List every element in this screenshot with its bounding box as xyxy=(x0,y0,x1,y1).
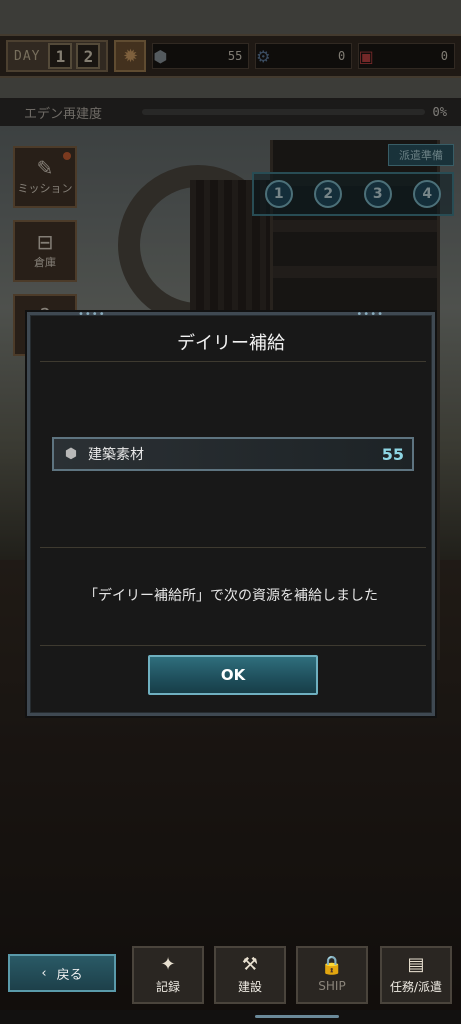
back-button[interactable]: ‹ 戻る xyxy=(8,954,116,992)
dialog-corner-dots: •••• xyxy=(356,309,384,320)
home-indicator[interactable] xyxy=(255,1015,339,1018)
compass-star-icon: ✦ xyxy=(160,953,176,975)
divider xyxy=(40,645,426,646)
ok-button[interactable]: OK xyxy=(148,655,318,695)
document-icon: ▤ xyxy=(407,953,425,975)
resource-name: 建築素材 xyxy=(88,447,144,463)
lock-icon: 🔒 xyxy=(320,955,344,976)
divider xyxy=(40,547,426,548)
cube-icon: ⬢ xyxy=(64,446,78,462)
dialog-corner-dots: •••• xyxy=(78,309,106,320)
locked-ship-button[interactable]: 🔒 SHIP xyxy=(296,946,368,1004)
build-button[interactable]: ⚒ 建設 xyxy=(214,946,286,1004)
back-label: 戻る xyxy=(56,967,83,983)
nav-label: 任務/派遣 xyxy=(389,979,443,994)
resource-amount: 55 xyxy=(381,444,404,464)
dialog-title: デイリー補給 xyxy=(177,333,285,354)
bottom-nav-bar: ‹ 戻る ✦ 記録 ⚒ 建設 🔒 SHIP ▤ 任務/派遣 xyxy=(0,942,461,1008)
supplied-resource-row: ⬢ 建築素材 55 xyxy=(52,437,414,471)
dialog-message: 「デイリー補給所」で次の資源を補給しました xyxy=(84,588,378,604)
missions-dispatch-button[interactable]: ▤ 任務/派遣 xyxy=(380,946,452,1004)
hammer-icon: ⚒ xyxy=(241,953,259,975)
system-navigation-bar xyxy=(0,1010,461,1024)
daily-supply-dialog: •••• •••• デイリー補給 ⬢ 建築素材 55 「デイリー補給所」で次の資… xyxy=(27,309,435,716)
chevron-left-icon: ‹ xyxy=(41,965,47,981)
records-button[interactable]: ✦ 記録 xyxy=(132,946,204,1004)
nav-label: 建設 xyxy=(237,979,262,994)
nav-label: SHIP xyxy=(318,979,346,993)
divider xyxy=(40,361,426,362)
nav-label: 記録 xyxy=(155,979,180,994)
